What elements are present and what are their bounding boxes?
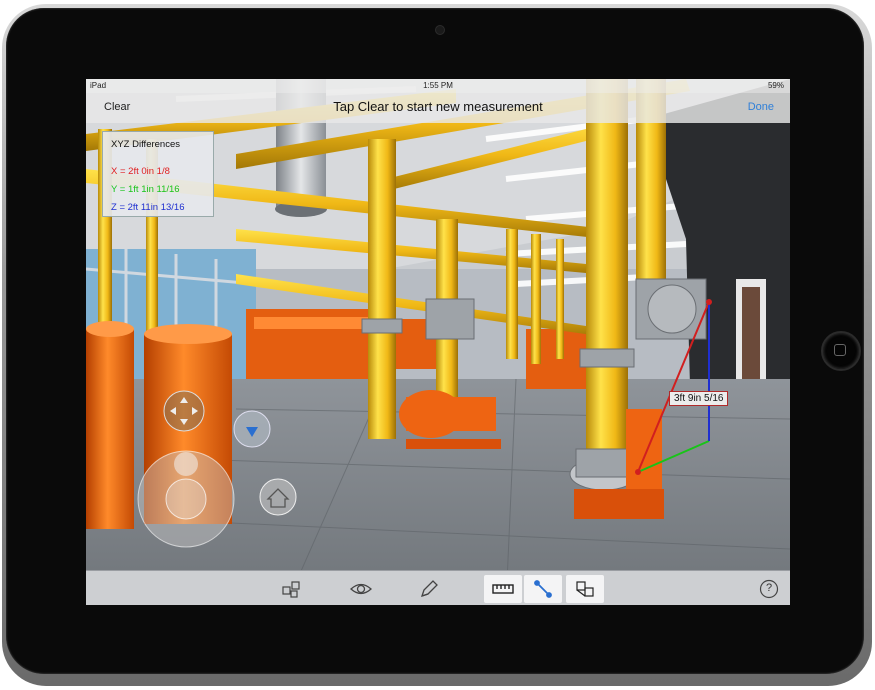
camera-icon [435,25,445,35]
help-icon: ? [765,582,773,594]
help-button[interactable]: ? [750,575,788,603]
home-button[interactable] [821,331,861,371]
bottom-toolbar: ? [86,570,790,605]
eye-icon[interactable] [342,575,380,603]
z-difference: Z = 2ft 11in 13/16 [111,202,185,213]
app-screen: iPad 1:55 PM 59% Clear Tap Clear to star… [86,79,790,605]
point-measure-icon[interactable] [524,575,562,603]
nav-title: Tap Clear to start new measurement [333,99,543,114]
battery-label: 59% [767,81,784,90]
xyz-heading: XYZ Differences [111,139,180,150]
y-difference: Y = 1ft 1in 11/16 [111,184,180,195]
xyz-differences-panel: XYZ Differences X = 2ft 0in 1/8 Y = 1ft … [102,131,214,217]
clock-label: 1:55 PM [423,81,453,90]
cubes-icon[interactable] [272,575,310,603]
done-button[interactable]: Done [748,101,774,113]
ruler-icon[interactable] [484,575,522,603]
status-bar: iPad 1:55 PM 59% [86,79,790,93]
x-difference: X = 2ft 0in 1/8 [111,166,170,177]
pencil-icon[interactable] [410,575,448,603]
navigation-bar: Clear Tap Clear to start new measurement… [86,93,790,123]
measurement-label: 3ft 9in 5/16 [669,391,729,406]
box-section-icon[interactable] [566,575,604,603]
